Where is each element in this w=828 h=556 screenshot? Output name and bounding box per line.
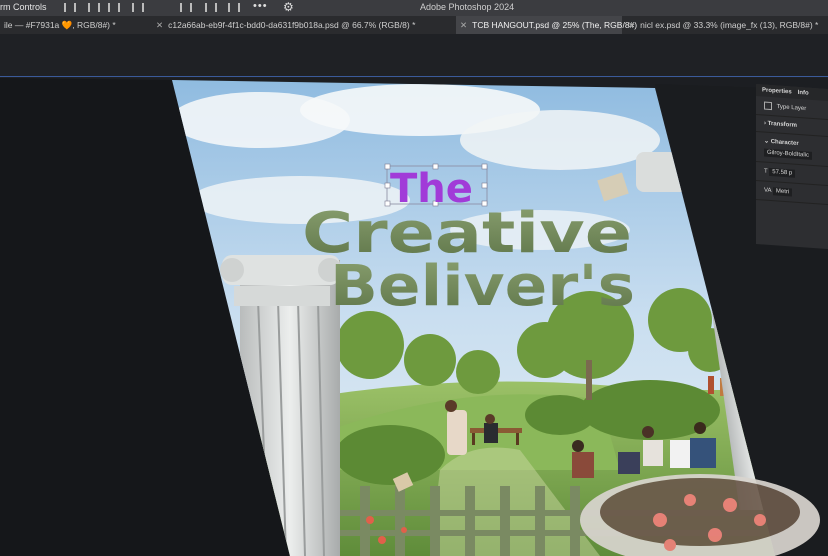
tab-info[interactable]: Info: [798, 90, 809, 97]
font-family-select[interactable]: Gilroy-BoldItalic: [764, 148, 813, 160]
kerning-icon: VA: [764, 187, 772, 195]
font-size-icon: T: [764, 168, 768, 175]
transform-label: Transform: [767, 120, 798, 129]
chevron-right-icon: ›: [764, 120, 766, 127]
kerning-row: VA Metri: [756, 181, 828, 206]
headline-line2[interactable]: Beliver's: [330, 254, 635, 319]
tab-properties[interactable]: Properties: [762, 87, 792, 95]
document-canvas[interactable]: The Creative Beliver's: [0, 0, 828, 556]
font-size-field[interactable]: 57.58 p: [769, 167, 796, 178]
kerning-field[interactable]: Metri: [772, 187, 793, 197]
type-layer-icon: [764, 101, 772, 111]
layer-type-label: Type Layer: [776, 104, 807, 113]
character-label: Character: [770, 139, 799, 147]
chevron-down-icon: ⌄: [764, 138, 770, 145]
properties-panel: Properties Info Type Layer › Transform ⌄…: [756, 84, 828, 250]
